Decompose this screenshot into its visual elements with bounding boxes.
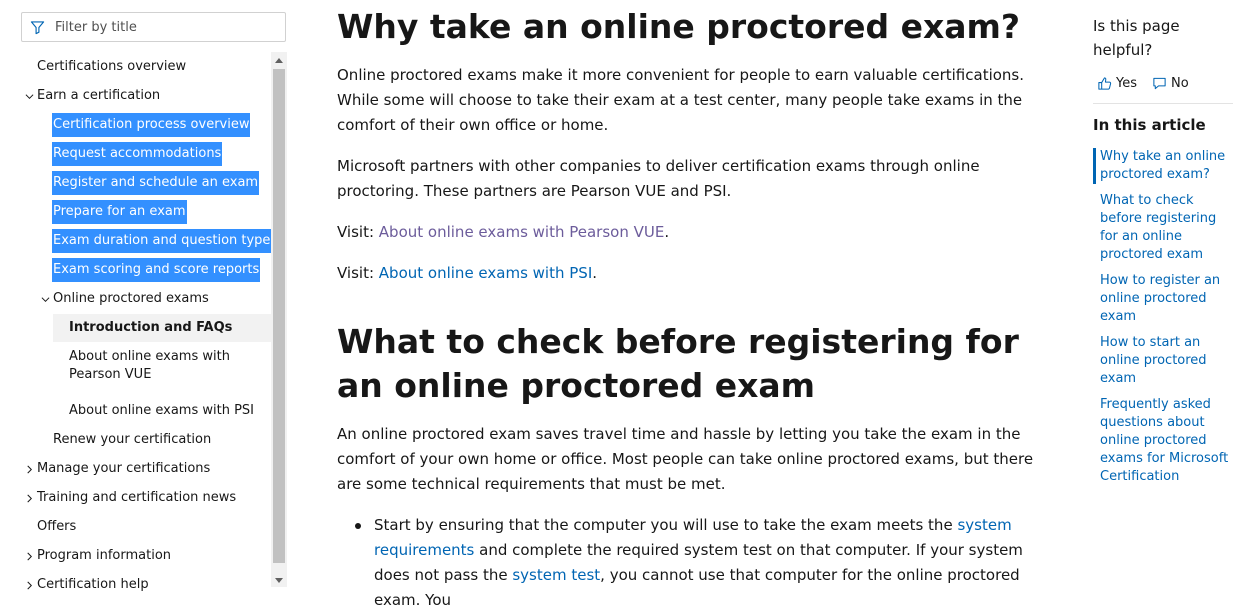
feedback-no-button[interactable]: No [1152,73,1189,93]
chevron-down-icon [41,297,50,303]
nav-item-introduction-and-faqs[interactable]: Introduction and FAQs [53,314,271,342]
nav-item-exam-scoring[interactable]: Exam scoring and score reports [21,257,271,283]
section-heading-what-to-check: What to check before registering for an … [337,322,1019,405]
toc-nav: Certifications overview Earn a certifica… [21,52,271,595]
nav-item-program-information[interactable]: Program information [21,543,271,569]
nav-item-prepare-for-an-exam[interactable]: Prepare for an exam [21,199,271,225]
nav-item-earn-a-certification[interactable]: Earn a certification [21,83,271,109]
system-test-link[interactable]: system test [512,566,600,584]
chat-bubble-icon [1153,77,1166,89]
page-title: Why take an online proctored exam? [337,7,1021,46]
chevron-right-icon [27,552,33,561]
chevron-right-icon [27,465,33,474]
nav-item-manage-your-certifications[interactable]: Manage your certifications [21,456,271,482]
filter-input[interactable] [53,18,277,36]
nav-item-training-and-certification-news[interactable]: Training and certification news [21,485,271,511]
feedback-yes-button[interactable]: Yes [1097,73,1137,93]
scrollbar-thumb[interactable] [273,69,285,563]
visit-pearson-line: Visit: About online exams with Pearson V… [337,223,670,241]
visit-psi-line: Visit: About online exams with PSI. [337,264,598,282]
rail-divider [1093,103,1233,104]
toc-link-how-to-start[interactable]: How to start an online proctored exam [1093,334,1238,388]
nav-item-certifications-overview[interactable]: Certifications overview [21,54,271,80]
nav-item-certification-process-overview[interactable]: Certification process overview [21,112,271,138]
requirements-paragraph: An online proctored exam saves travel ti… [337,425,1034,493]
nav-item-certification-help[interactable]: Certification help [21,572,271,595]
nav-item-about-online-exams-pearson-vue[interactable]: About online exams with Pearson VUE [21,348,271,392]
scroll-down-arrow-icon[interactable] [275,578,283,583]
nav-item-about-online-exams-psi[interactable]: About online exams with PSI [21,398,271,424]
partners-paragraph: Microsoft partners with other companies … [337,157,980,200]
psi-link[interactable]: About online exams with PSI [379,264,592,282]
nav-item-exam-duration[interactable]: Exam duration and question types [21,228,271,254]
filter-icon [30,20,45,34]
feedback-question: Is this page helpful? [1093,17,1180,59]
in-this-article-heading: In this article [1093,116,1206,134]
nav-item-offers[interactable]: Offers [21,514,271,540]
chevron-right-icon [27,581,33,590]
chevron-down-icon [25,94,34,100]
nav-item-renew-your-certification[interactable]: Renew your certification [21,427,271,453]
list-item: Start by ensuring that the computer you … [337,513,1037,613]
toc-link-why-take[interactable]: Why take an online proctored exam? [1093,148,1238,184]
nav-item-request-accommodations[interactable]: Request accommodations [21,141,271,167]
toc-link-faq[interactable]: Frequently asked questions about online … [1093,396,1238,486]
nav-item-register-and-schedule[interactable]: Register and schedule an exam [21,170,271,196]
chevron-right-icon [27,494,33,503]
filter-box[interactable] [21,12,286,42]
nav-item-online-proctored-exams[interactable]: Online proctored exams [21,286,271,312]
intro-paragraph: Online proctored exams make it more conv… [337,66,1025,134]
pearson-vue-link[interactable]: About online exams with Pearson VUE [379,223,665,241]
thumbs-up-icon [1098,76,1112,90]
toc-link-what-to-check[interactable]: What to check before registering for an … [1093,192,1238,264]
scroll-up-arrow-icon[interactable] [275,58,283,63]
requirements-list: Start by ensuring that the computer you … [337,513,1037,613]
toc-link-how-to-register[interactable]: How to register an online proctored exam [1093,272,1238,326]
nav-scrollbar[interactable] [271,52,287,587]
